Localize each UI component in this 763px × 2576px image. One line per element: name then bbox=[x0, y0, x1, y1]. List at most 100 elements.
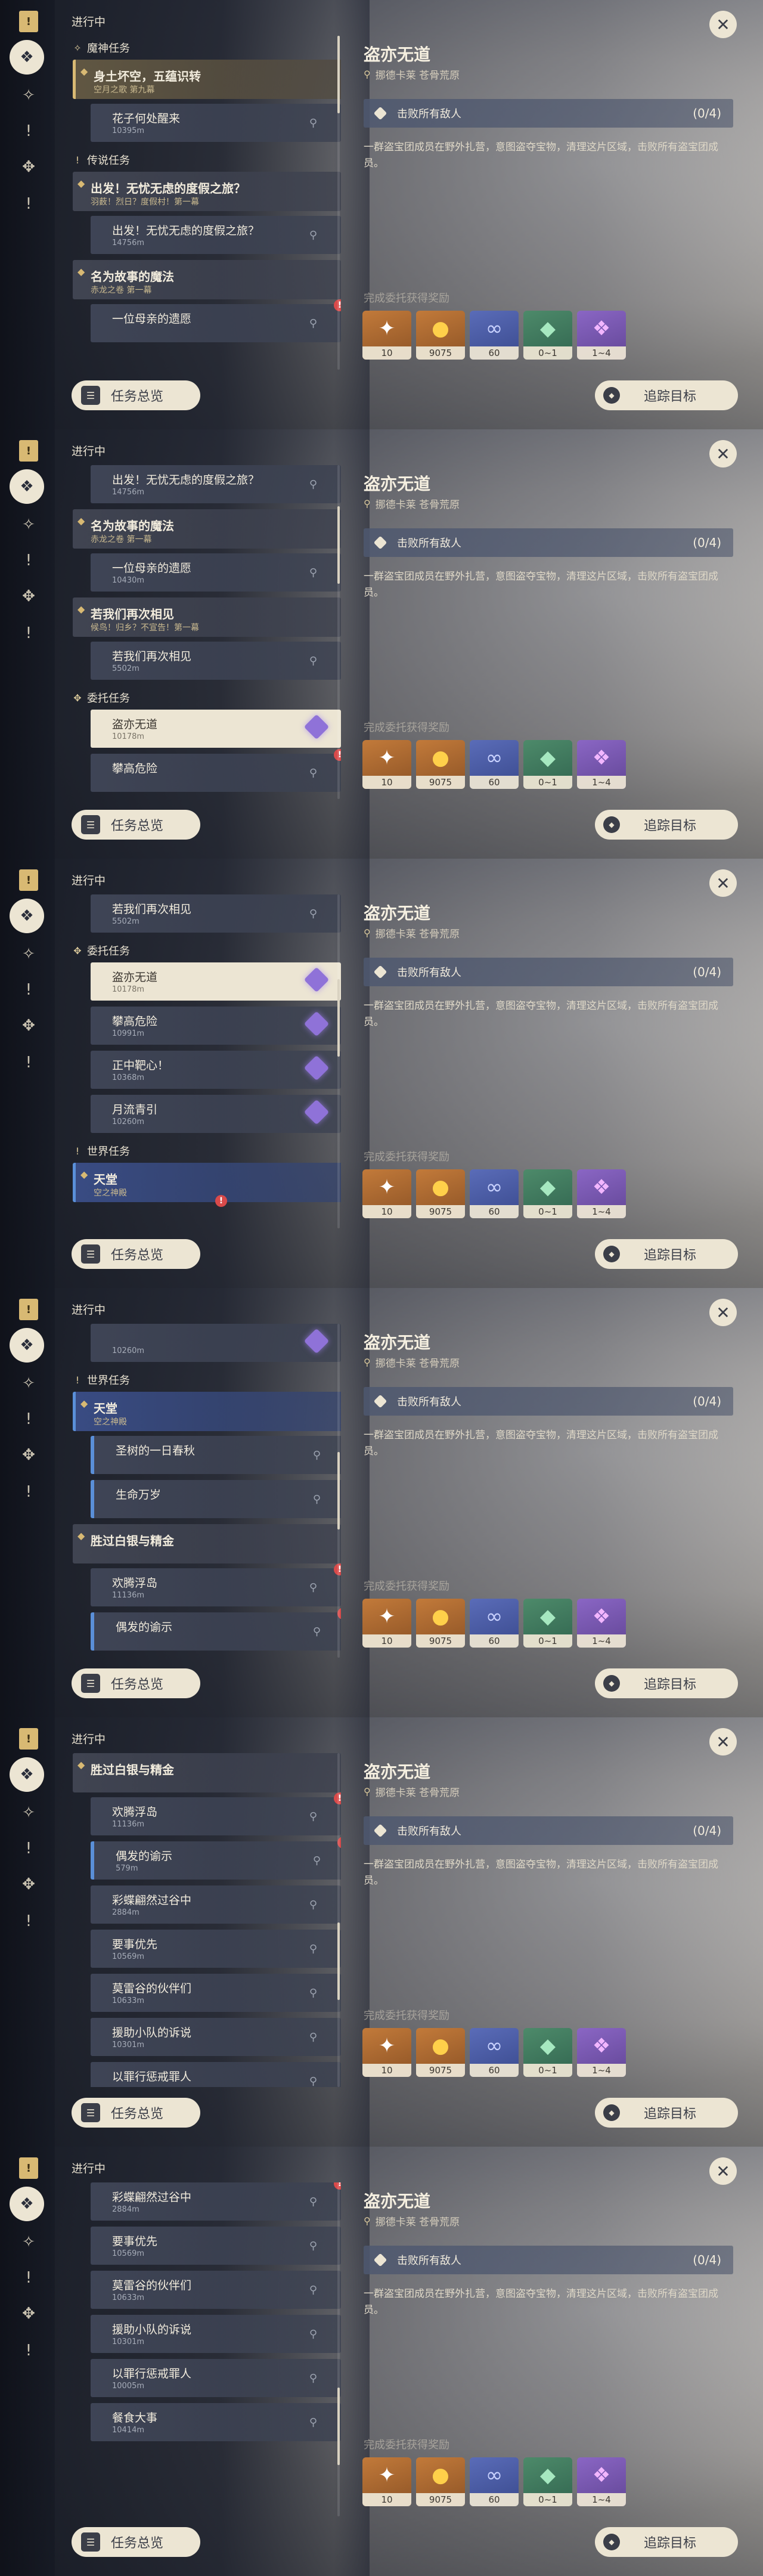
quest-step[interactable]: 莫雷谷的伙伴们 10633m ⚲ bbox=[91, 1974, 341, 2012]
close-button[interactable]: ✕ bbox=[709, 440, 737, 467]
quest-step[interactable]: 一位母亲的遗愿⚲! bbox=[91, 299, 341, 342]
archon-quest-icon[interactable]: ✧ bbox=[17, 1371, 41, 1395]
track-target-button[interactable]: ◆ 追踪目标 bbox=[595, 380, 738, 410]
reward-item[interactable]: ✦ 10 bbox=[362, 2028, 411, 2077]
world-quest-icon[interactable]: ! bbox=[17, 1909, 41, 1933]
all-quests-icon[interactable]: ❖ bbox=[10, 1757, 44, 1792]
reward-item[interactable]: ● 9075 bbox=[416, 2457, 465, 2506]
track-target-button[interactable]: ◆ 追踪目标 bbox=[595, 2527, 738, 2557]
world-quest-icon[interactable]: ! bbox=[17, 621, 41, 645]
quest-step[interactable]: 盗亦无道 10178m bbox=[91, 710, 341, 748]
all-quests-icon[interactable]: ❖ bbox=[10, 899, 44, 933]
legend-quest-icon[interactable]: ! bbox=[17, 119, 41, 143]
scrollbar-thumb[interactable] bbox=[337, 506, 340, 584]
world-quest-icon[interactable]: ! bbox=[17, 2339, 41, 2363]
quest-book-icon[interactable]: ! bbox=[19, 2157, 38, 2179]
world-quest-icon[interactable]: ! bbox=[17, 1051, 41, 1075]
reward-item[interactable]: ● 9075 bbox=[416, 2028, 465, 2077]
close-button[interactable]: ✕ bbox=[709, 1728, 737, 1755]
quest-book-icon[interactable]: ! bbox=[19, 869, 38, 891]
quest-step[interactable]: 攀高危险 10991m bbox=[91, 1007, 341, 1045]
close-button[interactable]: ✕ bbox=[709, 11, 737, 38]
track-target-button[interactable]: ◆ 追踪目标 bbox=[595, 1668, 738, 1698]
reward-item[interactable]: ❖ 1~4 bbox=[577, 311, 626, 360]
quest-step[interactable]: 花子何处醒来 10395m ⚲ bbox=[91, 104, 341, 142]
reward-item[interactable]: ∞ 60 bbox=[470, 1169, 519, 1218]
close-button[interactable]: ✕ bbox=[709, 2157, 737, 2185]
reward-item[interactable]: ❖ 1~4 bbox=[577, 2028, 626, 2077]
reward-item[interactable]: ∞ 60 bbox=[470, 740, 519, 789]
scrollbar-thumb[interactable] bbox=[337, 1452, 340, 1530]
quest-overview-button[interactable]: ☰ 任务总览 bbox=[72, 380, 200, 410]
quest-step[interactable]: 10260m bbox=[91, 1324, 341, 1362]
quest-step[interactable]: 生命万岁 ⚲ bbox=[91, 1480, 341, 1518]
quest-step[interactable]: 一位母亲的遗愿 10430m ⚲ bbox=[91, 553, 341, 592]
quest-entry[interactable]: ◆ 出发！无忧无虑的度假之旅？ 羽薮！烈日？度假村！第一幕 bbox=[73, 172, 341, 211]
quest-step[interactable]: 援助小队的诉说 10301m ⚲ bbox=[91, 2315, 341, 2353]
reward-item[interactable]: ❖ 1~4 bbox=[577, 1169, 626, 1218]
reward-item[interactable]: ◆ 0~1 bbox=[523, 1599, 572, 1648]
commission-quest-icon[interactable]: ✥ bbox=[17, 1014, 41, 1038]
quest-entry[interactable]: ◆ 若我们再次相见 候鸟！归乡？不宣告！第一幕 bbox=[73, 597, 341, 637]
quest-book-icon[interactable]: ! bbox=[19, 1299, 38, 1320]
quest-step[interactable]: 要事优先 10569m ⚲ bbox=[91, 1930, 341, 1968]
commission-quest-icon[interactable]: ✥ bbox=[17, 155, 41, 179]
legend-quest-icon[interactable]: ! bbox=[17, 549, 41, 572]
reward-item[interactable]: ◆ 0~1 bbox=[523, 2457, 572, 2506]
archon-quest-icon[interactable]: ✧ bbox=[17, 513, 41, 537]
commission-quest-icon[interactable]: ✥ bbox=[17, 2302, 41, 2326]
close-button[interactable]: ✕ bbox=[709, 869, 737, 897]
reward-item[interactable]: ✦ 10 bbox=[362, 1169, 411, 1218]
reward-item[interactable]: ∞ 60 bbox=[470, 2028, 519, 2077]
quest-step[interactable]: 餐食大事 10414m ⚲ bbox=[91, 2403, 341, 2441]
quest-step[interactable]: 彩蝶翩然过谷中2884m⚲! bbox=[91, 2182, 341, 2221]
quest-step[interactable]: 以罪行惩戒罪人 ⚲ bbox=[91, 2062, 341, 2087]
quest-step[interactable]: 偶发的谕示579m⚲! bbox=[91, 1837, 341, 1880]
quest-step[interactable]: 偶发的谕示⚲! bbox=[91, 1608, 341, 1651]
reward-item[interactable]: ∞ 60 bbox=[470, 311, 519, 360]
archon-quest-icon[interactable]: ✧ bbox=[17, 942, 41, 966]
quest-step[interactable]: 欢腾浮岛11136m⚲! bbox=[91, 1563, 341, 1606]
world-quest-icon[interactable]: ! bbox=[17, 192, 41, 216]
close-button[interactable]: ✕ bbox=[709, 1299, 737, 1326]
all-quests-icon[interactable]: ❖ bbox=[10, 1328, 44, 1363]
quest-step[interactable]: 出发！无忧无虑的度假之旅？ 14756m ⚲ bbox=[91, 216, 341, 254]
reward-item[interactable]: ✦ 10 bbox=[362, 740, 411, 789]
quest-step[interactable]: 欢腾浮岛11136m⚲! bbox=[91, 1792, 341, 1835]
reward-item[interactable]: ∞ 60 bbox=[470, 1599, 519, 1648]
archon-quest-icon[interactable]: ✧ bbox=[17, 2230, 41, 2254]
quest-entry[interactable]: ◆ 名为故事的魔法 赤龙之卷 第一幕 bbox=[73, 509, 341, 549]
quest-entry[interactable]: ◆ 天堂 空之神殿! bbox=[73, 1163, 341, 1207]
quest-overview-button[interactable]: ☰ 任务总览 bbox=[72, 2527, 200, 2557]
quest-step[interactable]: 以罪行惩戒罪人 10005m ⚲ bbox=[91, 2359, 341, 2397]
quest-book-icon[interactable]: ! bbox=[19, 440, 38, 462]
quest-book-icon[interactable]: ! bbox=[19, 11, 38, 32]
quest-step[interactable]: 盗亦无道 10178m bbox=[91, 962, 341, 1001]
scrollbar-track[interactable] bbox=[337, 2182, 340, 2516]
archon-quest-icon[interactable]: ✧ bbox=[17, 83, 41, 107]
quest-step[interactable]: 援助小队的诉说 10301m ⚲ bbox=[91, 2018, 341, 2056]
scrollbar-thumb[interactable] bbox=[337, 2388, 340, 2465]
all-quests-icon[interactable]: ❖ bbox=[10, 40, 44, 75]
scrollbar-thumb[interactable] bbox=[337, 979, 340, 1057]
legend-quest-icon[interactable]: ! bbox=[17, 1837, 41, 1860]
scrollbar-thumb[interactable] bbox=[337, 36, 340, 113]
quest-step[interactable]: 圣树的一日春秋 ⚲ bbox=[91, 1436, 341, 1474]
reward-item[interactable]: ◆ 0~1 bbox=[523, 2028, 572, 2077]
quest-step[interactable]: 攀高危险⚲! bbox=[91, 749, 341, 792]
reward-item[interactable]: ✦ 10 bbox=[362, 1599, 411, 1648]
quest-overview-button[interactable]: ☰ 任务总览 bbox=[72, 1668, 200, 1698]
legend-quest-icon[interactable]: ! bbox=[17, 1407, 41, 1431]
world-quest-icon[interactable]: ! bbox=[17, 1480, 41, 1504]
reward-item[interactable]: ❖ 1~4 bbox=[577, 1599, 626, 1648]
quest-entry[interactable]: ◆ 名为故事的魔法 赤龙之卷 第一幕 bbox=[73, 260, 341, 299]
quest-step[interactable]: 若我们再次相见 5502m ⚲ bbox=[91, 642, 341, 680]
scrollbar-track[interactable] bbox=[337, 1753, 340, 2087]
quest-overview-button[interactable]: ☰ 任务总览 bbox=[72, 2098, 200, 2128]
quest-entry[interactable]: ◆ 天堂 空之神殿 bbox=[73, 1392, 341, 1431]
reward-item[interactable]: ◆ 0~1 bbox=[523, 311, 572, 360]
all-quests-icon[interactable]: ❖ bbox=[10, 2187, 44, 2221]
reward-item[interactable]: ● 9075 bbox=[416, 1599, 465, 1648]
quest-book-icon[interactable]: ! bbox=[19, 1728, 38, 1750]
archon-quest-icon[interactable]: ✧ bbox=[17, 1801, 41, 1825]
